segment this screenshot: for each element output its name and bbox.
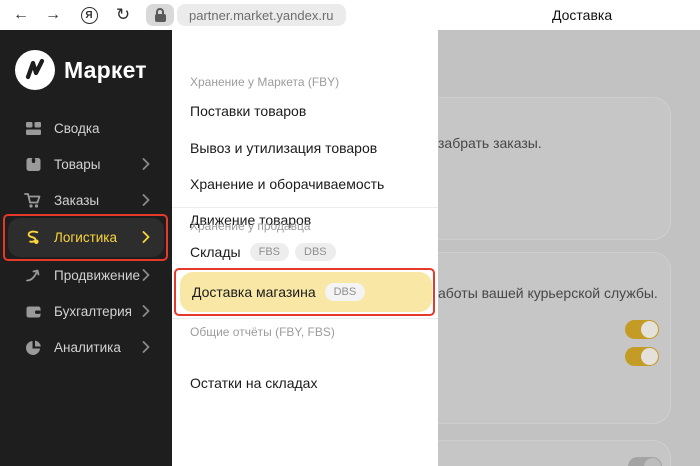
chevron-right-icon xyxy=(142,158,150,170)
sidebar: Маркет Сводка Товары Заказы Логистика Пр… xyxy=(0,30,172,466)
flyout-item-postavki[interactable]: Поставки товаров xyxy=(190,103,306,119)
sidebar-item-logistika[interactable]: Логистика xyxy=(8,224,164,250)
sidebar-item-label: Сводка xyxy=(54,120,100,136)
badge-dbs: DBS xyxy=(295,243,336,261)
content-card-1 xyxy=(438,97,671,240)
back-icon[interactable]: ← xyxy=(10,4,32,26)
sidebar-item-label: Заказы xyxy=(54,192,100,208)
promotion-icon xyxy=(24,266,42,284)
analytics-icon xyxy=(24,338,42,356)
market-logo[interactable]: Маркет xyxy=(15,50,147,90)
flyout-item-label: Доставка магазина xyxy=(192,284,316,300)
flyout-item-vyvoz[interactable]: Вывоз и утилизация товаров xyxy=(190,140,377,156)
sidebar-item-buhgalteriya[interactable]: Бухгалтерия xyxy=(8,298,164,324)
toggle-1[interactable] xyxy=(625,320,659,339)
sidebar-item-tovary[interactable]: Товары xyxy=(8,151,164,177)
products-icon xyxy=(24,155,42,173)
refresh-icon[interactable]: ↻ xyxy=(112,4,134,26)
yandex-logo-circle: Я xyxy=(80,6,98,24)
lock-icon[interactable] xyxy=(146,4,174,26)
flyout-item-sklady[interactable]: Склады FBS DBS xyxy=(190,243,336,261)
toggle-2[interactable] xyxy=(625,347,659,366)
forward-icon[interactable]: → xyxy=(42,4,64,26)
toggle-3[interactable] xyxy=(628,457,662,466)
flyout-item-hranenie[interactable]: Хранение и оборачиваемость xyxy=(190,176,384,192)
address-bar[interactable]: partner.market.yandex.ru xyxy=(177,4,346,26)
lock-glyph xyxy=(154,7,166,22)
card2-text-fragment: аботы вашей курьерской службы. xyxy=(438,285,658,301)
chevron-right-icon xyxy=(142,341,150,353)
flyout-section-header: Хранение у продавца xyxy=(190,219,311,233)
badge-fbs: FBS xyxy=(249,243,289,261)
accounting-icon xyxy=(24,302,42,320)
tab-title: Доставка xyxy=(552,7,613,23)
chevron-right-icon xyxy=(142,231,150,243)
url-text: partner.market.yandex.ru xyxy=(189,7,334,23)
sidebar-item-prodvizhenie[interactable]: Продвижение xyxy=(8,262,164,288)
flyout-section-header: Общие отчёты (FBY, FBS) xyxy=(190,325,335,339)
orders-icon xyxy=(24,191,42,209)
logistics-flyout-menu: Хранение у Маркета (FBY) Поставки товаро… xyxy=(172,30,438,466)
chevron-right-icon xyxy=(142,305,150,317)
browser-toolbar: ← → Я ↻ partner.market.yandex.ru Доставк… xyxy=(0,0,700,30)
flyout-item-dostavka-magazina[interactable]: Доставка магазина DBS xyxy=(180,272,432,312)
sidebar-item-label: Бухгалтерия xyxy=(54,303,132,319)
dashboard-icon xyxy=(24,119,42,137)
market-logo-text: Маркет xyxy=(64,56,147,83)
sidebar-item-label: Товары xyxy=(54,156,101,172)
divider xyxy=(172,318,438,319)
logistics-icon xyxy=(24,228,42,246)
dimmed-page-content: забрать заказы. аботы вашей курьерской с… xyxy=(438,30,700,466)
market-logo-icon xyxy=(15,50,55,90)
card1-text-fragment: забрать заказы. xyxy=(438,135,542,151)
toggle-knob xyxy=(641,348,658,365)
sidebar-item-svodka[interactable]: Сводка xyxy=(8,115,164,141)
toggle-knob xyxy=(644,458,661,466)
yandex-browser-icon[interactable]: Я xyxy=(78,4,100,26)
sidebar-item-label: Продвижение xyxy=(54,267,141,283)
sidebar-item-zakazy[interactable]: Заказы xyxy=(8,187,164,213)
sidebar-item-analitika[interactable]: Аналитика xyxy=(8,334,164,360)
toggle-knob xyxy=(641,321,658,338)
sidebar-item-label: Логистика xyxy=(54,229,118,245)
chevron-right-icon xyxy=(142,269,150,281)
page: ← → Я ↻ partner.market.yandex.ru Доставк… xyxy=(0,0,700,466)
flyout-item-ostatki[interactable]: Остатки на складах xyxy=(190,375,317,391)
flyout-section-header: Хранение у Маркета (FBY) xyxy=(190,75,340,89)
divider xyxy=(172,207,438,208)
badge-dbs: DBS xyxy=(324,283,366,301)
sidebar-item-label: Аналитика xyxy=(54,339,121,355)
flyout-item-label: Склады xyxy=(190,244,241,260)
chevron-right-icon xyxy=(142,194,150,206)
